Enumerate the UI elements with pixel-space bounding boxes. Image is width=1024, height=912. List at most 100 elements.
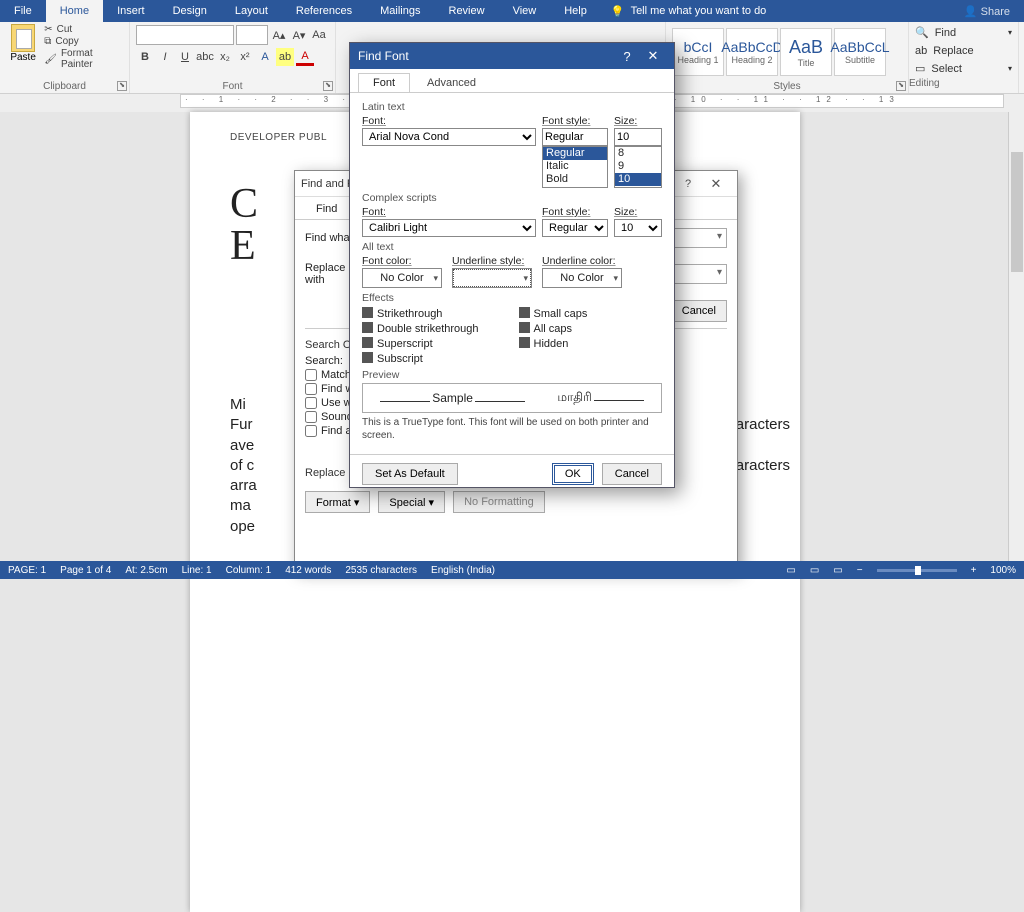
clipboard-dialog-launcher[interactable]: ⬊	[117, 81, 127, 91]
complex-font-select[interactable]: Calibri Light	[362, 219, 536, 237]
tab-view[interactable]: View	[499, 0, 551, 22]
style-title[interactable]: AaBTitle	[780, 28, 832, 76]
find-font-title: Find Font	[358, 49, 614, 63]
underline-color-label: Underline color:	[542, 255, 622, 267]
font-color-button[interactable]: A	[296, 48, 314, 66]
grow-font-button[interactable]: A▴	[270, 26, 288, 44]
latin-style-input[interactable]	[542, 128, 608, 146]
vertical-scrollbar[interactable]	[1008, 112, 1024, 561]
cancel-button[interactable]: Cancel	[602, 463, 662, 485]
styles-dialog-launcher[interactable]: ⬊	[896, 81, 906, 91]
zoom-out-button[interactable]: −	[857, 565, 863, 576]
cancel-button[interactable]: Cancel	[671, 300, 727, 322]
tab-file[interactable]: File	[0, 0, 46, 22]
find-whole-check[interactable]	[305, 383, 317, 395]
scissors-icon: ✂	[44, 24, 52, 35]
format-painter-button[interactable]: 🖌Format Painter	[44, 48, 123, 70]
style-subtitle[interactable]: AaBbCcLSubtitle	[834, 28, 886, 76]
search-icon: 🔍	[915, 26, 929, 39]
zoom-in-button[interactable]: +	[971, 565, 977, 576]
subscript-check[interactable]: Subscript	[362, 351, 479, 365]
preview-label: Preview	[362, 369, 662, 381]
view-web-icon[interactable]: ▭	[833, 565, 842, 576]
size-label: Size:	[614, 115, 662, 127]
tab-advanced[interactable]: Advanced	[412, 73, 491, 92]
dropcap-e: E	[230, 225, 256, 267]
italic-button[interactable]: I	[156, 48, 174, 66]
tab-insert[interactable]: Insert	[103, 0, 159, 22]
status-column[interactable]: Column: 1	[226, 565, 272, 576]
format-button[interactable]: Format ▾	[305, 491, 370, 513]
status-chars[interactable]: 2535 characters	[345, 565, 417, 576]
status-line[interactable]: Line: 1	[182, 565, 212, 576]
latin-size-input[interactable]	[614, 128, 662, 146]
tab-review[interactable]: Review	[435, 0, 499, 22]
tab-design[interactable]: Design	[159, 0, 221, 22]
small-caps-check[interactable]: Small caps	[519, 306, 588, 320]
zoom-level[interactable]: 100%	[990, 565, 1016, 576]
tab-font[interactable]: Font	[358, 73, 410, 92]
all-caps-check[interactable]: All caps	[519, 321, 588, 335]
help-icon[interactable]: ?	[614, 49, 640, 64]
tab-help[interactable]: Help	[550, 0, 601, 22]
tab-layout[interactable]: Layout	[221, 0, 282, 22]
tab-mailings[interactable]: Mailings	[366, 0, 434, 22]
paste-button[interactable]: Paste	[6, 24, 40, 78]
sounds-like-check[interactable]	[305, 411, 317, 423]
find-all-check[interactable]	[305, 425, 317, 437]
strikethrough-button[interactable]: abc	[196, 48, 214, 66]
tell-me-search[interactable]: 💡 Tell me what you want to do	[611, 5, 766, 18]
shrink-font-button[interactable]: A▾	[290, 26, 308, 44]
style-heading2[interactable]: AaBbCcDHeading 2	[726, 28, 778, 76]
use-wildcards-check[interactable]	[305, 397, 317, 409]
cut-button[interactable]: ✂Cut	[44, 24, 123, 35]
complex-style-select[interactable]: Regular	[542, 219, 608, 237]
latin-font-select[interactable]: Arial Nova Cond	[362, 128, 536, 146]
latin-style-list[interactable]: Regular Italic Bold	[542, 146, 608, 188]
close-icon[interactable]: ✕	[640, 48, 666, 64]
status-lang[interactable]: English (India)	[431, 565, 495, 576]
bold-button[interactable]: B	[136, 48, 154, 66]
status-words[interactable]: 412 words	[285, 565, 331, 576]
view-read-icon[interactable]: ▭	[786, 565, 795, 576]
help-icon[interactable]: ?	[675, 178, 701, 190]
zoom-slider[interactable]	[877, 569, 957, 572]
hidden-check[interactable]: Hidden	[519, 336, 588, 350]
set-default-button[interactable]: Set As Default	[362, 463, 458, 485]
font-dialog-launcher[interactable]: ⬊	[323, 81, 333, 91]
close-button[interactable]: ✕	[701, 176, 731, 192]
find-button[interactable]: 🔍Find▾	[915, 24, 1012, 41]
special-button[interactable]: Special ▾	[378, 491, 445, 513]
underline-color-combo[interactable]: No Color	[542, 268, 622, 288]
match-case-check[interactable]	[305, 369, 317, 381]
status-page-of[interactable]: Page 1 of 4	[60, 565, 111, 576]
double-strike-check[interactable]: Double strikethrough	[362, 321, 479, 335]
tab-references[interactable]: References	[282, 0, 366, 22]
tab-find[interactable]: Find	[303, 199, 350, 219]
change-case-button[interactable]: Aa	[310, 26, 328, 44]
subscript-button[interactable]: x₂	[216, 48, 234, 66]
style-heading1[interactable]: bCcIHeading 1	[672, 28, 724, 76]
superscript-button[interactable]: x²	[236, 48, 254, 66]
ok-button[interactable]: OK	[552, 463, 594, 485]
replace-button[interactable]: abReplace	[915, 42, 1012, 59]
latin-size-list[interactable]: 8 9 10	[614, 146, 662, 188]
font-size-select[interactable]	[236, 25, 268, 45]
complex-size-select[interactable]: 10	[614, 219, 662, 237]
underline-button[interactable]: U	[176, 48, 194, 66]
status-at[interactable]: At: 2.5cm	[125, 565, 167, 576]
highlight-button[interactable]: ab	[276, 48, 294, 66]
font-name-select[interactable]	[136, 25, 234, 45]
tab-home[interactable]: Home	[46, 0, 103, 22]
strikethrough-check[interactable]: Strikethrough	[362, 306, 479, 320]
superscript-check[interactable]: Superscript	[362, 336, 479, 350]
underline-style-combo[interactable]	[452, 268, 532, 288]
text-effects-button[interactable]: A	[256, 48, 274, 66]
no-formatting-button[interactable]: No Formatting	[453, 491, 545, 513]
view-print-icon[interactable]: ▭	[810, 565, 819, 576]
status-page[interactable]: PAGE: 1	[8, 565, 46, 576]
copy-button[interactable]: ⧉Copy	[44, 36, 123, 47]
font-color-combo[interactable]: No Color	[362, 268, 442, 288]
share-button[interactable]: 👤 Share	[950, 5, 1024, 18]
scrollbar-thumb[interactable]	[1011, 152, 1023, 272]
